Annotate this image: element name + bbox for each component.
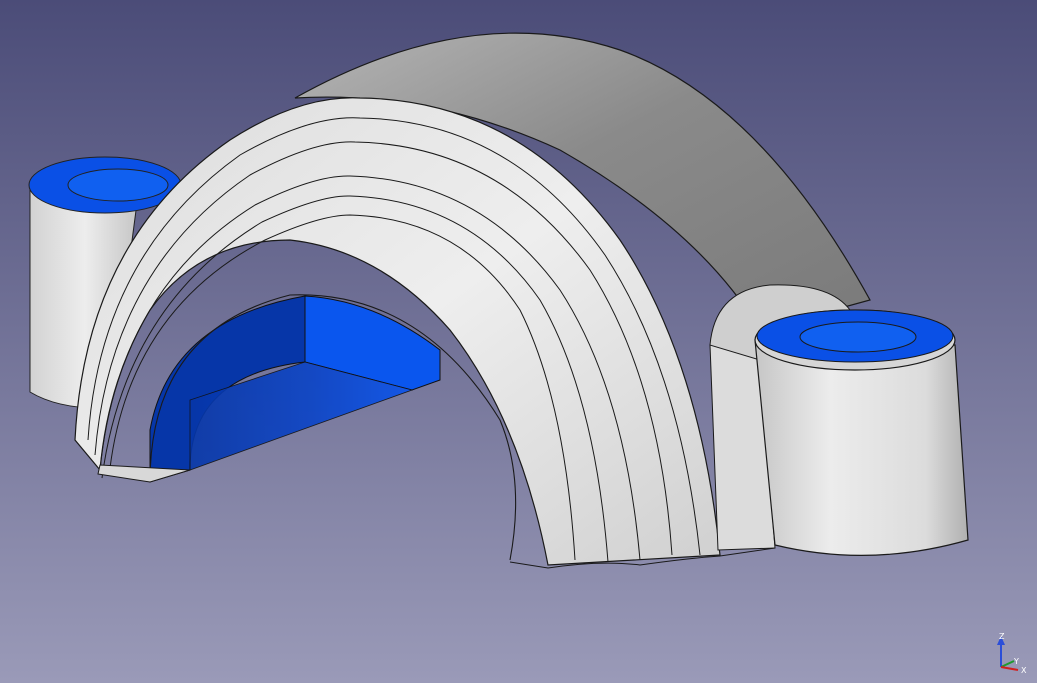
3d-scene[interactable]: Z Y X [0, 0, 1037, 683]
right-boss[interactable] [754, 309, 969, 556]
y-axis-label: Y [1013, 657, 1019, 666]
x-axis-label: X [1021, 666, 1027, 675]
3d-viewport[interactable]: Z Y X [0, 0, 1037, 683]
z-axis-label: Z [999, 632, 1005, 641]
